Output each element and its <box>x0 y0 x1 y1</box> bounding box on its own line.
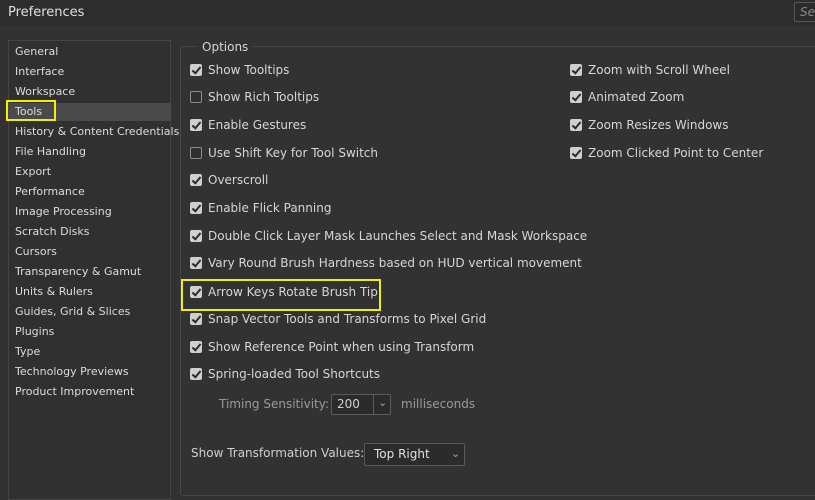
checkbox[interactable] <box>190 64 202 76</box>
sidebar-item-history-content-credentials[interactable]: History & Content Credentials <box>15 123 179 141</box>
option-label: Double Click Layer Mask Launches Select … <box>208 229 588 243</box>
sidebar-item-guides-grid-slices[interactable]: Guides, Grid & Slices <box>15 303 130 321</box>
checkbox[interactable] <box>190 230 202 242</box>
chevron-down-icon[interactable]: ⌄ <box>378 396 387 409</box>
option-label: Vary Round Brush Hardness based on HUD v… <box>208 256 582 270</box>
title-bar: Preferences Se <box>0 0 815 26</box>
sidebar-item-transparency-gamut[interactable]: Transparency & Gamut <box>15 263 141 281</box>
options-title: Options <box>197 40 254 54</box>
sidebar-item-cursors[interactable]: Cursors <box>15 243 57 261</box>
sidebar-item-workspace[interactable]: Workspace <box>15 83 75 101</box>
option-label: Spring-loaded Tool Shortcuts <box>208 367 381 381</box>
sidebar-item-file-handling[interactable]: File Handling <box>15 143 86 161</box>
option-label: Zoom with Scroll Wheel <box>588 63 730 77</box>
checkbox[interactable] <box>190 257 202 269</box>
timing-unit-label: milliseconds <box>401 397 476 411</box>
checkbox[interactable] <box>190 91 202 103</box>
sidebar-item-units-rulers[interactable]: Units & Rulers <box>15 283 93 301</box>
sidebar-item-interface[interactable]: Interface <box>15 63 64 81</box>
option-label: Zoom Clicked Point to Center <box>588 146 764 160</box>
sidebar-item-scratch-disks[interactable]: Scratch Disks <box>15 223 89 241</box>
checkbox[interactable] <box>190 147 202 159</box>
window-title: Preferences <box>8 5 85 20</box>
search-placeholder: Se <box>800 5 815 19</box>
option-label: Use Shift Key for Tool Switch <box>208 146 379 160</box>
checkbox[interactable] <box>570 91 582 103</box>
combo-divider <box>373 395 374 414</box>
timing-sensitivity-value: 200 <box>337 397 360 411</box>
checkbox[interactable] <box>190 174 202 186</box>
option-label: Overscroll <box>208 173 269 187</box>
option-label: Enable Gestures <box>208 118 307 132</box>
checkbox[interactable] <box>190 202 202 214</box>
timing-sensitivity-combo[interactable]: 200 ⌄ <box>331 394 391 415</box>
checkbox[interactable] <box>190 368 202 380</box>
sidebar-item-plugins[interactable]: Plugins <box>15 323 54 341</box>
option-label: Show Rich Tooltips <box>208 90 320 104</box>
sidebar-item-tools[interactable]: Tools <box>9 103 171 121</box>
sidebar-item-export[interactable]: Export <box>15 163 51 181</box>
sidebar-item-image-processing[interactable]: Image Processing <box>15 203 112 221</box>
sidebar-item-product-improvement[interactable]: Product Improvement <box>15 383 134 401</box>
chevron-down-icon: ⌄ <box>451 447 461 460</box>
option-label: Zoom Resizes Windows <box>588 118 729 132</box>
option-label: Show Reference Point when using Transfor… <box>208 340 475 354</box>
option-label: Snap Vector Tools and Transforms to Pixe… <box>208 312 487 326</box>
search-input[interactable]: Se <box>794 2 815 22</box>
checkbox[interactable] <box>190 286 202 298</box>
checkbox[interactable] <box>190 119 202 131</box>
option-label: Arrow Keys Rotate Brush Tip <box>208 285 378 299</box>
checkbox[interactable] <box>570 119 582 131</box>
sidebar-item-performance[interactable]: Performance <box>15 183 85 201</box>
checkbox[interactable] <box>570 147 582 159</box>
checkbox[interactable] <box>190 341 202 353</box>
transform-values-select[interactable]: Top Right ⌄ <box>364 443 465 466</box>
checkbox[interactable] <box>190 313 202 325</box>
checkbox[interactable] <box>570 64 582 76</box>
option-label: Enable Flick Panning <box>208 201 332 215</box>
transform-values-value: Top Right <box>374 447 430 461</box>
sidebar-item-technology-previews[interactable]: Technology Previews <box>15 363 129 381</box>
timing-sensitivity-label: Timing Sensitivity: <box>219 397 329 411</box>
sidebar-item-type[interactable]: Type <box>15 343 40 361</box>
sidebar-item-general[interactable]: General <box>15 43 58 61</box>
sidebar: General Interface Workspace Tools Histor… <box>8 40 179 500</box>
option-label: Show Tooltips <box>208 63 290 77</box>
option-label: Animated Zoom <box>588 90 685 104</box>
transform-values-label: Show Transformation Values: <box>191 446 365 460</box>
